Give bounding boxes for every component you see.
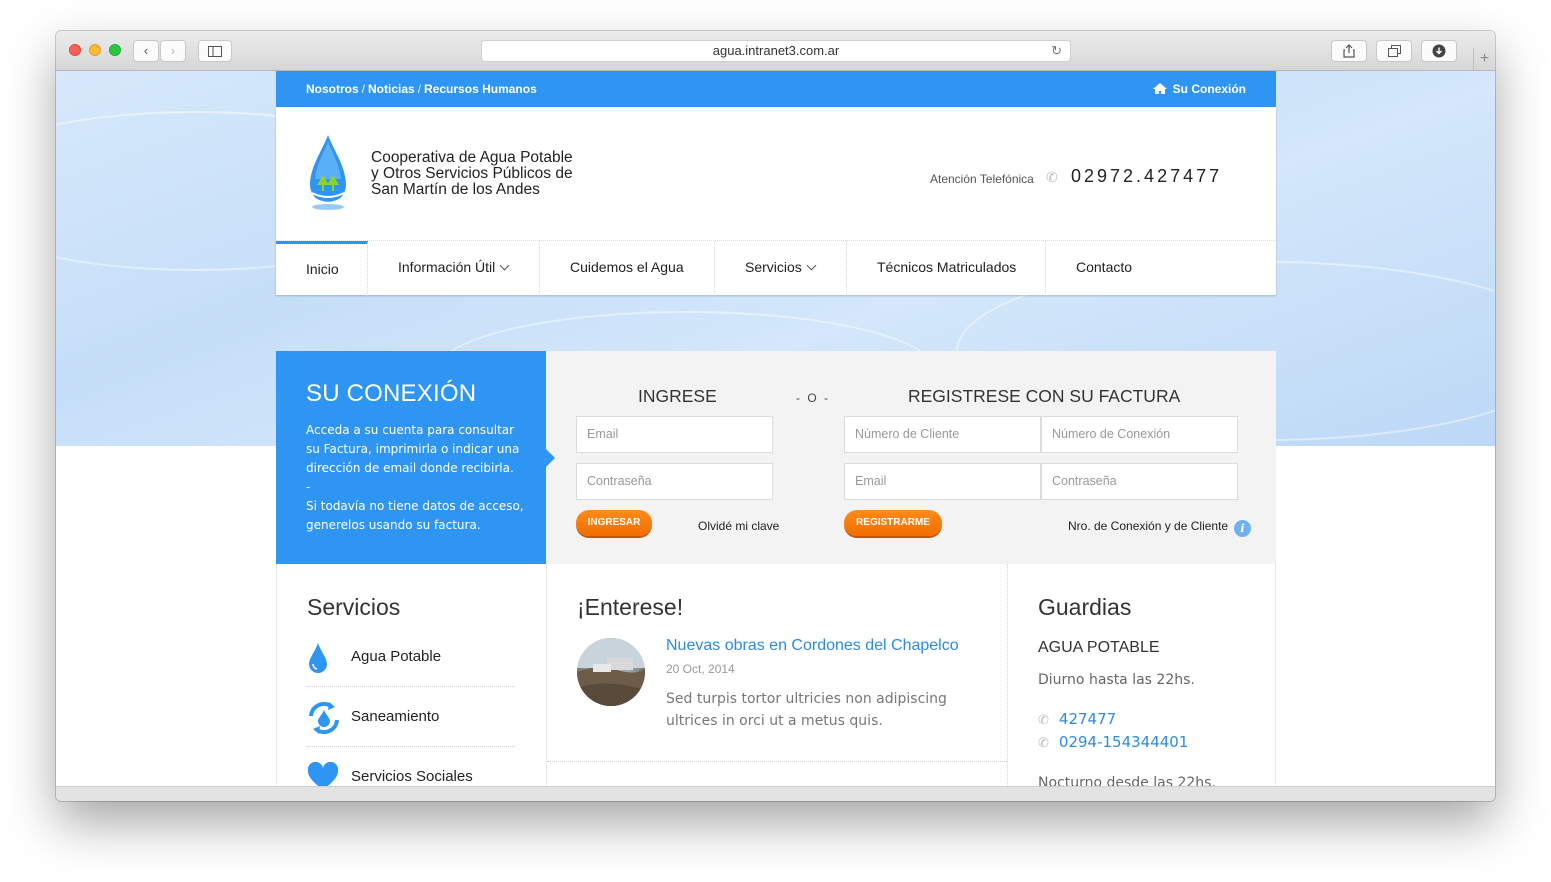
cooperative-logo[interactable] xyxy=(304,135,352,213)
chevron-down-icon xyxy=(499,260,510,271)
ingresar-button[interactable]: INGRESAR xyxy=(576,510,652,536)
url-text: agua.intranet3.com.ar xyxy=(712,43,840,58)
email-input[interactable]: Email xyxy=(576,416,773,453)
top-bar: Nosotros / Noticias / Recursos Humanos Su Co… xyxy=(276,71,1276,107)
close-window-button[interactable] xyxy=(69,44,81,56)
link-noticias[interactable]: Noticias xyxy=(368,82,415,96)
nav-tecnicos-matriculados[interactable]: Técnicos Matriculados xyxy=(847,241,1046,296)
downloads-icon[interactable] xyxy=(1421,40,1457,62)
connection-number-input[interactable]: Número de Conexión xyxy=(1041,416,1238,453)
register-title: REGISTRESE CON SU FACTURA xyxy=(908,386,1181,406)
organization-name: Cooperativa de Agua Potable y Otros Serv… xyxy=(371,149,573,198)
guardias-title: Guardias xyxy=(1038,594,1132,620)
sidebar-toggle-icon[interactable] xyxy=(198,40,232,62)
news-excerpt: Sed turpis tortor ultricies non adipisci… xyxy=(666,691,947,729)
minimize-window-button[interactable] xyxy=(89,44,101,56)
su-conexion-description: Acceda a su cuenta para consultar su Fac… xyxy=(306,423,524,532)
phone-icon: ✆ xyxy=(1038,736,1049,751)
nav-cuidemos-el-agua[interactable]: Cuidemos el Agua xyxy=(540,241,715,296)
top-links: Nosotros / Noticias / Recursos Humanos xyxy=(306,82,537,96)
main-nav: Inicio Información Útil Cuidemos el Agua… xyxy=(276,240,1276,296)
register-email-input[interactable]: Email xyxy=(844,463,1041,500)
guardias-column: Guardias AGUA POTABLE Diurno hasta las 2… xyxy=(1007,564,1276,786)
tabs-overview-icon[interactable] xyxy=(1376,40,1412,62)
client-number-input[interactable]: Número de Cliente xyxy=(844,416,1041,453)
heart-icon xyxy=(307,762,339,786)
browser-status-bar xyxy=(56,786,1495,801)
phone-icon: ✆ xyxy=(1046,169,1058,185)
nav-inicio[interactable]: Inicio xyxy=(276,241,368,296)
guardias-day-text: Diurno hasta las 22hs. xyxy=(1038,672,1195,688)
address-bar[interactable]: agua.intranet3.com.ar ↻ xyxy=(481,40,1071,62)
login-section: SU CONEXIÓN Acceda a su cuenta para cons… xyxy=(276,351,1276,564)
service-agua-potable[interactable]: Agua Potable xyxy=(307,627,515,687)
zoom-window-button[interactable] xyxy=(109,44,121,56)
page-viewport: Nosotros / Noticias / Recursos Humanos Su Co… xyxy=(56,71,1495,786)
home-icon xyxy=(1152,83,1167,94)
su-conexion-link[interactable]: Su Conexión xyxy=(1152,82,1246,96)
nav-informacion-util[interactable]: Información Útil xyxy=(368,241,540,296)
share-icon[interactable] xyxy=(1331,40,1367,62)
su-conexion-title: SU CONEXIÓN xyxy=(306,380,477,407)
password-input[interactable]: Contraseña xyxy=(576,463,773,500)
phone-number[interactable]: 02972.427477 xyxy=(1071,166,1222,187)
phone-label: Atención Telefónica xyxy=(930,172,1034,186)
browser-window: ‹ › agua.intranet3.com.ar ↻ + Nosotros /… xyxy=(56,31,1495,801)
chevron-down-icon xyxy=(806,260,817,271)
water-drop-icon xyxy=(309,643,327,673)
panel-arrow xyxy=(546,449,555,467)
guardias-subtitle: AGUA POTABLE xyxy=(1038,639,1160,656)
register-password-input[interactable]: Contraseña xyxy=(1041,463,1238,500)
info-icon[interactable]: i xyxy=(1234,520,1251,537)
guardias-phone-1[interactable]: ✆ 427477 xyxy=(1038,710,1116,728)
news-date: 20 Oct, 2014 xyxy=(666,662,735,676)
link-recursos-humanos[interactable]: Recursos Humanos xyxy=(424,82,537,96)
news-title: ¡Enterese! xyxy=(577,594,684,620)
back-button[interactable]: ‹ xyxy=(133,40,159,62)
service-servicios-sociales[interactable]: Servicios Sociales Solidarios xyxy=(307,747,515,786)
ingrese-title: INGRESE xyxy=(638,386,717,406)
guardias-phone-2[interactable]: ✆ 0294-154344401 xyxy=(1038,733,1188,751)
su-conexion-panel: SU CONEXIÓN Acceda a su cuenta para cons… xyxy=(276,351,546,564)
numbers-help-link[interactable]: Nro. de Conexión y de Cliente xyxy=(1068,519,1228,533)
guardias-night-text: Nocturno desde las 22hs. xyxy=(1038,775,1216,786)
nav-contacto[interactable]: Contacto xyxy=(1046,241,1276,296)
news-thumbnail[interactable] xyxy=(577,638,645,706)
reload-icon[interactable]: ↻ xyxy=(1051,41,1062,61)
service-saneamiento[interactable]: Saneamiento xyxy=(307,687,515,747)
news-divider xyxy=(547,761,1007,762)
link-nosotros[interactable]: Nosotros xyxy=(306,82,359,96)
servicios-column: Servicios Agua Potable Saneamiento Servi… xyxy=(276,564,546,786)
nav-servicios[interactable]: Servicios xyxy=(715,241,847,296)
servicios-title: Servicios xyxy=(307,594,401,620)
browser-toolbar: ‹ › agua.intranet3.com.ar ↻ + xyxy=(56,31,1495,71)
site-header: Cooperativa de Agua Potable y Otros Serv… xyxy=(276,107,1276,296)
news-headline-link[interactable]: Nuevas obras en Cordones del Chapelco xyxy=(666,637,959,655)
forward-button[interactable]: › xyxy=(160,40,186,62)
news-column: ¡Enterese! Nuevas obras en Cordones del … xyxy=(546,564,1007,786)
or-separator: - O - xyxy=(796,391,830,405)
phone-icon: ✆ xyxy=(1038,713,1049,728)
new-tab-button[interactable]: + xyxy=(1473,48,1495,70)
registrarme-button[interactable]: REGISTRARME xyxy=(844,510,942,536)
forgot-password-link[interactable]: Olvidé mi clave xyxy=(698,519,779,533)
recycle-drop-icon xyxy=(309,702,339,734)
